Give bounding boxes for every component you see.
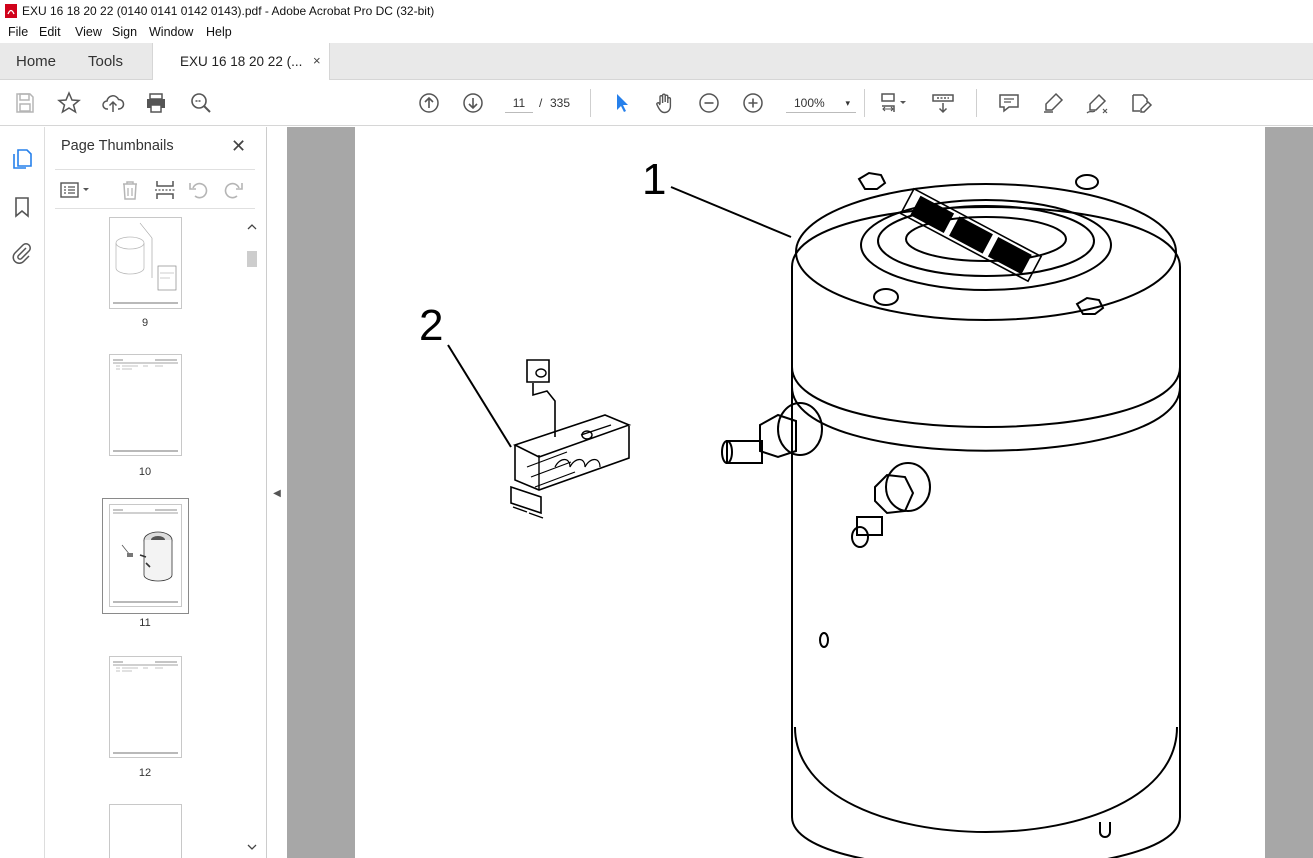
thumbnail-preview-image (113, 661, 178, 754)
tab-home[interactable]: Home (16, 53, 56, 70)
page-thumbnails-icon[interactable] (10, 147, 34, 171)
tab-document[interactable]: EXU 16 18 20 22 (... × (152, 43, 330, 80)
zoom-level-select[interactable]: 100% ▾ (786, 93, 856, 113)
thumbnail-preview-image (113, 222, 178, 304)
hand-icon[interactable] (652, 90, 678, 116)
tab-document-label: EXU 16 18 20 22 (... (180, 54, 303, 69)
thumbnail-page-number: 11 (139, 617, 151, 629)
page-down-icon[interactable] (460, 90, 486, 116)
menu-help[interactable]: Help (206, 25, 232, 39)
bookmark-star-icon[interactable] (56, 90, 82, 116)
scroll-mode-icon[interactable] (930, 90, 956, 116)
zoom-find-icon[interactable] (188, 90, 214, 116)
scroll-down-icon[interactable] (247, 843, 257, 851)
options-menu-icon[interactable] (59, 178, 93, 202)
thumbnail-toolbar (55, 169, 255, 209)
highlight-icon[interactable] (1040, 90, 1066, 116)
page-number-input[interactable]: 11 (505, 93, 533, 113)
tab-close-button[interactable]: × (313, 53, 321, 68)
tab-tools[interactable]: Tools (88, 53, 123, 70)
acrobat-app-icon (5, 4, 17, 18)
menu-window[interactable]: Window (149, 25, 193, 39)
page-count: 335 (550, 96, 571, 110)
toolbar-divider (590, 89, 591, 117)
thumbnail-page-number: 10 (138, 466, 152, 478)
comment-icon[interactable] (996, 90, 1022, 116)
page-up-icon[interactable] (416, 90, 442, 116)
zoom-level-value: 100% (794, 96, 825, 110)
share-upload-icon[interactable] (100, 90, 126, 116)
thumbnail-page-number: 12 (138, 767, 152, 779)
print-icon[interactable] (143, 90, 169, 116)
menu-bar: File Edit View Sign Window Help (0, 22, 1313, 42)
title-bar: EXU 16 18 20 22 (0140 0141 0142 0143).pd… (0, 0, 1313, 22)
chevron-down-icon: ▾ (845, 98, 850, 108)
collapse-panel-button[interactable]: ◀ (268, 480, 286, 506)
menu-file[interactable]: File (8, 25, 28, 39)
thumbnail-page-12[interactable] (109, 656, 182, 758)
thumbnail-preview-image (113, 359, 178, 452)
menu-sign[interactable]: Sign (112, 25, 137, 39)
delete-icon[interactable] (118, 178, 142, 202)
page-fit-icon[interactable] (876, 90, 912, 116)
edit-pdf-icon[interactable] (1128, 90, 1154, 116)
pdf-page: 1 2 (355, 127, 1265, 858)
motor-exploded-drawing (447, 171, 1181, 858)
panel-title: Page Thumbnails (61, 138, 174, 154)
toolbar: 11 / 335 100% ▾ (0, 80, 1313, 126)
document-view[interactable]: 1 2 (287, 127, 1313, 858)
tab-bar: Home Tools EXU 16 18 20 22 (... × (0, 43, 1313, 80)
rotate-clockwise-icon[interactable] (221, 178, 245, 202)
scroll-up-icon[interactable] (247, 223, 257, 231)
left-navigation-rail (0, 127, 45, 858)
toolbar-divider (976, 89, 977, 117)
select-cursor-icon[interactable] (608, 90, 634, 116)
thumbnail-page-9[interactable] (109, 217, 182, 309)
insert-pages-icon[interactable] (153, 178, 177, 202)
thumbnail-page-11[interactable] (109, 504, 182, 607)
page-thumbnails-panel: Page Thumbnails ✕ 9 10 11 12 (45, 127, 267, 858)
thumbnail-page-number: 9 (141, 317, 149, 329)
zoom-out-icon[interactable] (696, 90, 722, 116)
draw-icon[interactable] (1084, 90, 1110, 116)
menu-edit[interactable]: Edit (39, 25, 61, 39)
page-separator: / (539, 96, 543, 110)
scrollbar-thumb[interactable] (247, 251, 257, 267)
save-icon[interactable] (12, 90, 38, 116)
thumbnail-page-10[interactable] (109, 354, 182, 456)
zoom-in-icon[interactable] (740, 90, 766, 116)
thumbnail-preview-image (113, 509, 178, 603)
rotate-counterclockwise-icon[interactable] (187, 178, 211, 202)
attachments-icon[interactable] (10, 241, 34, 265)
menu-view[interactable]: View (75, 25, 102, 39)
bookmarks-icon[interactable] (10, 195, 34, 219)
thumbnail-page-13[interactable] (109, 804, 182, 858)
window-title: EXU 16 18 20 22 (0140 0141 0142 0143).pd… (22, 4, 435, 18)
toolbar-divider (864, 89, 865, 117)
thumbnail-scrollbar[interactable] (245, 217, 259, 858)
close-icon[interactable]: ✕ (231, 136, 246, 157)
thumbnail-list: 9 10 11 12 (45, 217, 245, 858)
